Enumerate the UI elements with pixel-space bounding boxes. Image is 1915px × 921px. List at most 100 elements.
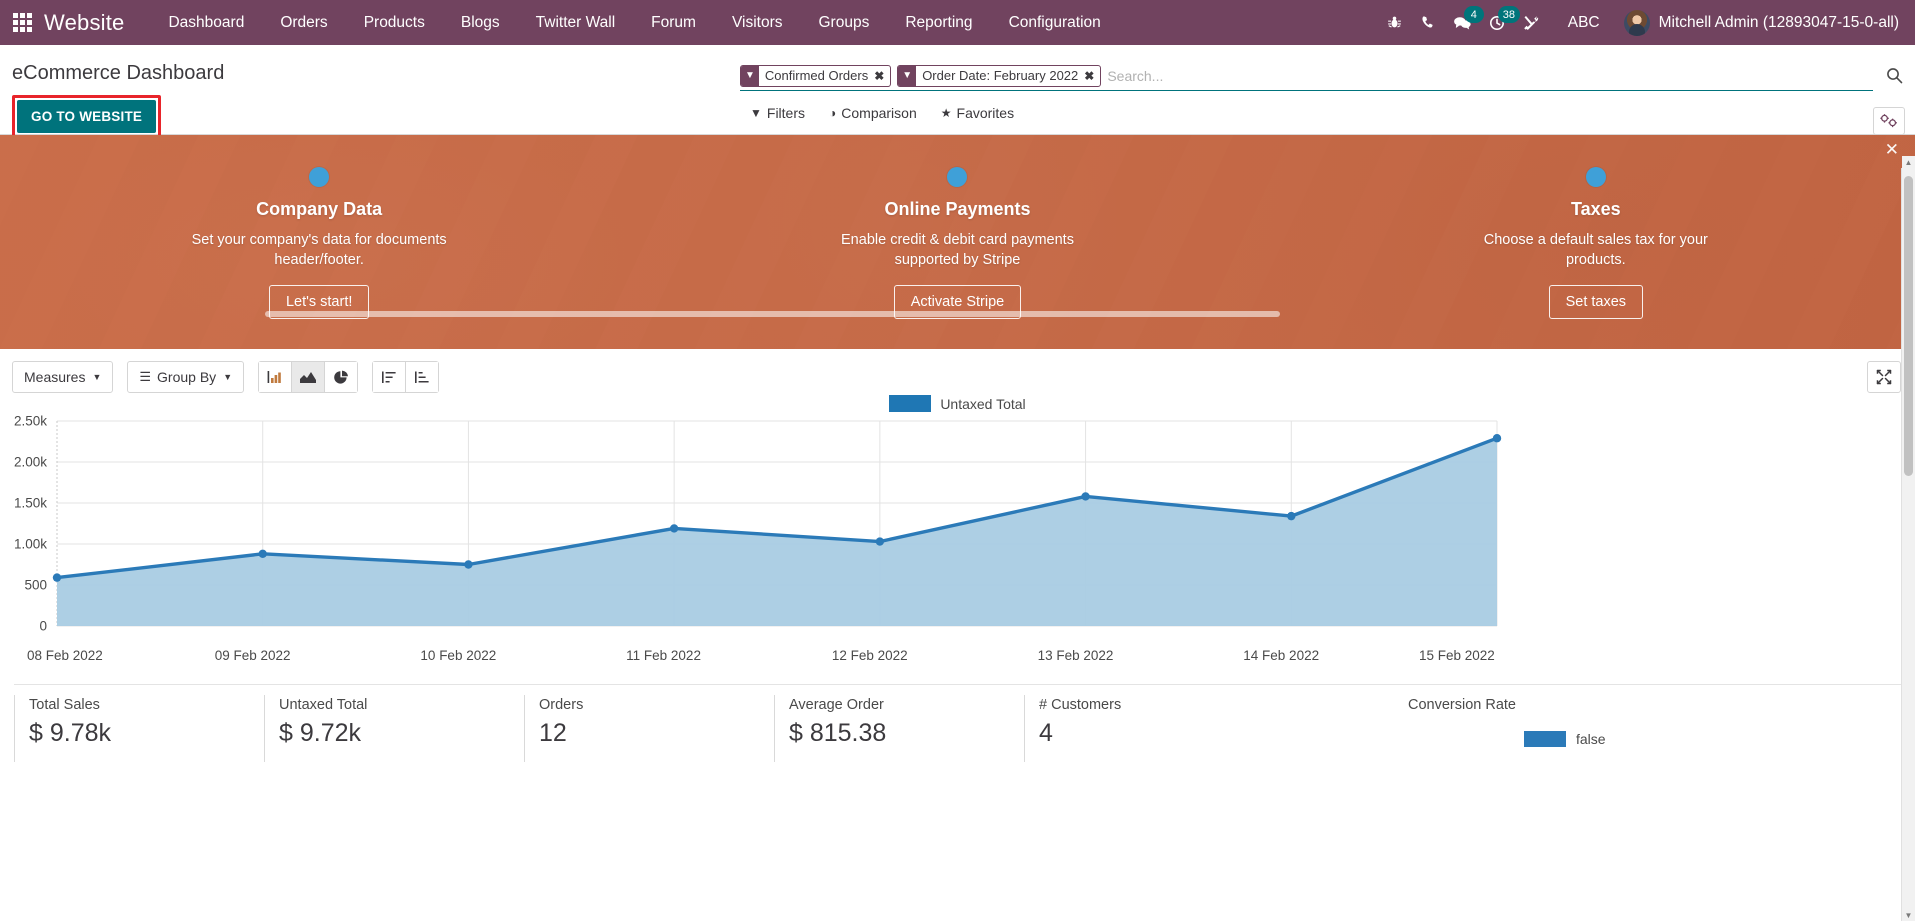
x-axis-tick-label: 08 Feb 2022 <box>27 648 103 663</box>
filter-funnel-icon: ▼ <box>898 65 917 86</box>
favorites-dropdown[interactable]: ★ Favorites <box>941 105 1014 121</box>
chart-area-fill <box>57 438 1497 626</box>
company-switcher-abc[interactable]: ABC <box>1548 14 1616 32</box>
tools-icon <box>1523 15 1538 30</box>
kpi-label: # Customers <box>1039 697 1122 713</box>
kpi-value: $ 9.72k <box>279 719 362 747</box>
onboarding-step-taxes: Taxes Choose a default sales tax for you… <box>1277 135 1915 319</box>
nav-item-reporting[interactable]: Reporting <box>887 0 990 45</box>
x-axis-tick-label: 14 Feb 2022 <box>1243 648 1320 663</box>
x-axis-tick-label: 09 Feb 2022 <box>214 648 291 663</box>
legend-swatch-untaxed-total[interactable] <box>889 395 932 412</box>
line-chart-button[interactable] <box>291 361 326 393</box>
bar-chart-button[interactable] <box>258 361 293 393</box>
facet-remove-icon[interactable]: ✖ <box>1084 66 1100 86</box>
chart-data-point[interactable] <box>1287 511 1296 521</box>
measures-label: Measures <box>24 369 86 385</box>
panel-settings-button[interactable] <box>1873 107 1905 135</box>
nav-item-products[interactable]: Products <box>346 0 443 45</box>
group-by-dropdown-button[interactable]: ☰ Group By ▼ <box>127 361 245 393</box>
nav-item-groups[interactable]: Groups <box>801 0 888 45</box>
sort-group <box>372 361 440 393</box>
go-to-website-highlight: GO TO WEBSITE <box>12 95 162 138</box>
bug-icon <box>1388 16 1402 28</box>
messages-button[interactable]: 4 <box>1446 0 1484 45</box>
nav-item-configuration[interactable]: Configuration <box>991 0 1119 45</box>
nav-item-forum[interactable]: Forum <box>633 0 714 45</box>
page-title: eCommerce Dashboard <box>12 62 225 84</box>
conversion-legend: false <box>1524 731 1606 747</box>
user-menu-button[interactable]: Mitchell Admin (12893047-15-0-all) <box>1616 0 1915 45</box>
scroll-down-arrow[interactable]: ▼ <box>1902 909 1915 921</box>
chart-data-point[interactable] <box>1081 492 1090 501</box>
facet-remove-icon[interactable]: ✖ <box>874 66 890 86</box>
apps-grid-icon <box>12 13 32 32</box>
measures-dropdown-button[interactable]: Measures ▼ <box>12 361 114 393</box>
facet-label: Confirmed Orders <box>764 68 869 83</box>
nav-item-blogs[interactable]: Blogs <box>443 0 518 45</box>
nav-item-orders[interactable]: Orders <box>262 0 345 45</box>
control-panel-left: eCommerce Dashboard GO TO WEBSITE <box>0 53 740 138</box>
apps-menu-button[interactable] <box>0 0 44 45</box>
search-input[interactable] <box>1107 64 1873 87</box>
nav-item-dashboard[interactable]: Dashboard <box>150 0 262 45</box>
chart-data-point[interactable] <box>875 537 885 546</box>
expand-fullscreen-icon <box>1876 369 1892 385</box>
chart-data-point[interactable] <box>1492 434 1502 443</box>
search-view: ▼ Confirmed Orders ✖ ▼ Order Date: Febru… <box>740 63 1873 91</box>
x-axis-tick-label: 11 Feb 2022 <box>626 648 701 663</box>
nav-item-twitter-wall[interactable]: Twitter Wall <box>518 0 634 45</box>
search-button[interactable] <box>1886 67 1903 89</box>
chart-data-point[interactable] <box>258 549 267 559</box>
chart-data-point[interactable] <box>52 573 62 582</box>
comparison-dropdown[interactable]: ◑ Comparison <box>829 105 917 121</box>
chart-data-point[interactable] <box>464 560 473 569</box>
sort-descending-icon <box>382 371 396 383</box>
step-description: Set your company's data for documents he… <box>191 232 447 268</box>
untaxed-total-area-chart[interactable]: 0 500 1.00k 1.50k 2.00k 2.50k <box>0 403 1915 648</box>
lets-start-button[interactable]: Let's start! <box>268 285 370 319</box>
sort-ascending-icon <box>415 371 429 383</box>
search-facet-order-date[interactable]: ▼ Order Date: February 2022 ✖ <box>897 64 1102 87</box>
kpi-label: Orders <box>539 697 584 713</box>
filter-icon: ▼ <box>750 106 762 120</box>
group-by-label: Group By <box>157 369 217 385</box>
settings-tools-button[interactable] <box>1514 0 1548 45</box>
set-taxes-button[interactable]: Set taxes <box>1548 285 1644 319</box>
go-to-website-button[interactable]: GO TO WEBSITE <box>17 100 157 133</box>
chart-data-point[interactable] <box>669 524 679 533</box>
debug-bug-button[interactable] <box>1378 0 1412 45</box>
y-axis-tick-label: 1.00k <box>14 537 47 552</box>
sort-descending-button[interactable] <box>372 361 407 393</box>
activities-button[interactable]: 38 <box>1480 0 1520 45</box>
step-dot-taxes[interactable] <box>1585 167 1606 187</box>
nav-item-visitors[interactable]: Visitors <box>714 0 801 45</box>
onboarding-step-online-payments: Online Payments Enable credit & debit ca… <box>638 135 1276 319</box>
comparison-label: Comparison <box>841 105 917 121</box>
y-axis-tick-label: 2.00k <box>14 455 47 470</box>
pie-chart-button[interactable] <box>324 361 359 393</box>
step-description: Enable credit & debit card payments supp… <box>841 232 1074 268</box>
conversion-legend-swatch[interactable] <box>1524 731 1566 747</box>
chevron-down-icon: ▼ <box>92 372 102 382</box>
search-facet-confirmed-orders[interactable]: ▼ Confirmed Orders ✖ <box>740 64 892 87</box>
bar-chart-icon <box>267 370 281 383</box>
kpi-customers: # Customers 4 <box>1024 695 1394 762</box>
kpi-label: Untaxed Total <box>279 697 368 713</box>
x-axis-tick-label: 10 Feb 2022 <box>420 648 497 663</box>
step-dot-company-data[interactable] <box>309 167 330 187</box>
top-navbar: Website Dashboard Orders Products Blogs … <box>0 0 1915 45</box>
avatar <box>1623 9 1650 36</box>
step-description: Choose a default sales tax for your prod… <box>1483 232 1708 268</box>
step-title: Online Payments <box>884 199 1031 219</box>
filters-dropdown[interactable]: ▼ Filters <box>750 105 805 121</box>
filter-funnel-icon: ▼ <box>741 65 759 86</box>
legend-label-untaxed-total: Untaxed Total <box>940 395 1026 412</box>
activate-stripe-button[interactable]: Activate Stripe <box>893 285 1022 319</box>
step-dot-online-payments[interactable] <box>947 167 968 187</box>
sort-ascending-button[interactable] <box>405 361 440 393</box>
star-icon: ★ <box>940 106 952 120</box>
app-brand-name[interactable]: Website <box>44 10 150 36</box>
expand-fullscreen-button[interactable] <box>1867 361 1901 393</box>
voip-phone-button[interactable] <box>1412 0 1446 45</box>
